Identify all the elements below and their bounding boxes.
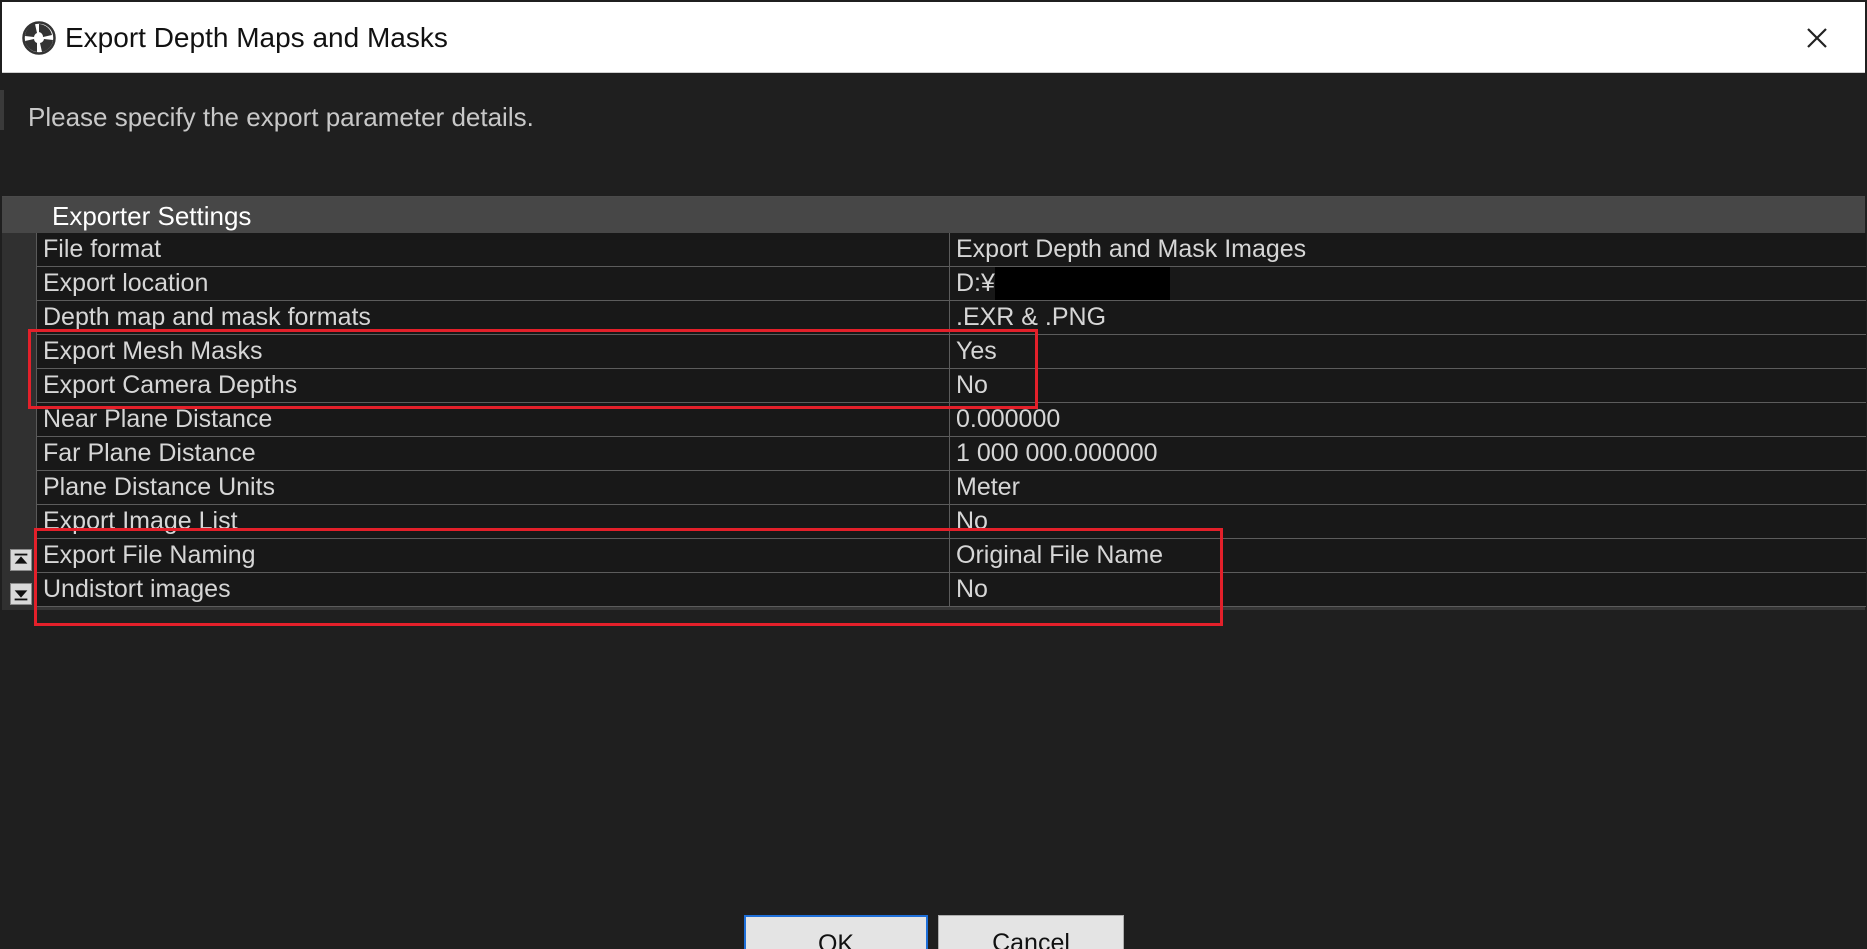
property-grid: File format Export Depth and Mask Images…: [36, 233, 1866, 607]
property-row-depth-formats[interactable]: Depth map and mask formats .EXR & .PNG: [37, 301, 1866, 335]
property-name: Near Plane Distance: [37, 403, 950, 436]
property-value-location[interactable]: D:¥: [950, 267, 1866, 300]
property-name: Export Image List: [37, 505, 950, 538]
property-value[interactable]: 1 000 000.000000: [950, 437, 1866, 470]
property-value[interactable]: 0.000000: [950, 403, 1866, 436]
group-header[interactable]: Exporter Settings: [2, 197, 1865, 233]
scroll-down-icon[interactable]: [10, 583, 32, 605]
instruction-text: Please specify the export parameter deta…: [28, 102, 534, 132]
property-value[interactable]: No: [950, 573, 1866, 606]
property-name: Export Camera Depths: [37, 369, 950, 402]
property-row-export-location[interactable]: Export location D:¥: [37, 267, 1866, 301]
property-name: Depth map and mask formats: [37, 301, 950, 334]
title-bar: Export Depth Maps and Masks: [2, 2, 1865, 73]
property-value[interactable]: No: [950, 505, 1866, 538]
property-row-undistort[interactable]: Undistort images No: [37, 573, 1866, 607]
property-value[interactable]: .EXR & .PNG: [950, 301, 1866, 334]
property-row-export-mesh-masks[interactable]: Export Mesh Masks Yes: [37, 335, 1866, 369]
app-logo-icon: [22, 21, 56, 55]
export-dialog: Export Depth Maps and Masks Please speci…: [0, 0, 1867, 949]
property-row-near-plane[interactable]: Near Plane Distance 0.000000: [37, 403, 1866, 437]
property-row-file-format[interactable]: File format Export Depth and Mask Images: [37, 233, 1866, 267]
group-title: Exporter Settings: [52, 201, 252, 231]
redacted-path: [994, 267, 1170, 300]
dialog-title: Export Depth Maps and Masks: [65, 22, 448, 53]
settings-panel: Exporter Settings File format Export Dep…: [2, 196, 1866, 610]
property-name: File format: [37, 233, 950, 266]
property-row-plane-units[interactable]: Plane Distance Units Meter: [37, 471, 1866, 505]
property-row-file-naming[interactable]: Export File Naming Original File Name: [37, 539, 1866, 573]
property-name: Export Mesh Masks: [37, 335, 950, 368]
property-name: Export File Naming: [37, 539, 950, 572]
property-name: Undistort images: [37, 573, 950, 606]
property-row-far-plane[interactable]: Far Plane Distance 1 000 000.000000: [37, 437, 1866, 471]
property-name: Plane Distance Units: [37, 471, 950, 504]
window-edge-mark: [0, 90, 4, 130]
property-name: Export location: [37, 267, 950, 300]
cancel-button[interactable]: Cancel: [938, 915, 1124, 949]
close-icon[interactable]: [1797, 18, 1837, 58]
property-name: Far Plane Distance: [37, 437, 950, 470]
property-row-image-list[interactable]: Export Image List No: [37, 505, 1866, 539]
property-value[interactable]: No: [950, 369, 1866, 402]
property-value[interactable]: Yes: [950, 335, 1866, 368]
property-value[interactable]: Original File Name: [950, 539, 1866, 572]
location-prefix: D:¥: [956, 269, 995, 297]
ok-button[interactable]: OK: [744, 915, 928, 949]
property-value[interactable]: Meter: [950, 471, 1866, 504]
property-row-export-camera-depths[interactable]: Export Camera Depths No: [37, 369, 1866, 403]
scroll-up-icon[interactable]: [10, 549, 32, 571]
property-value[interactable]: Export Depth and Mask Images: [950, 233, 1866, 266]
